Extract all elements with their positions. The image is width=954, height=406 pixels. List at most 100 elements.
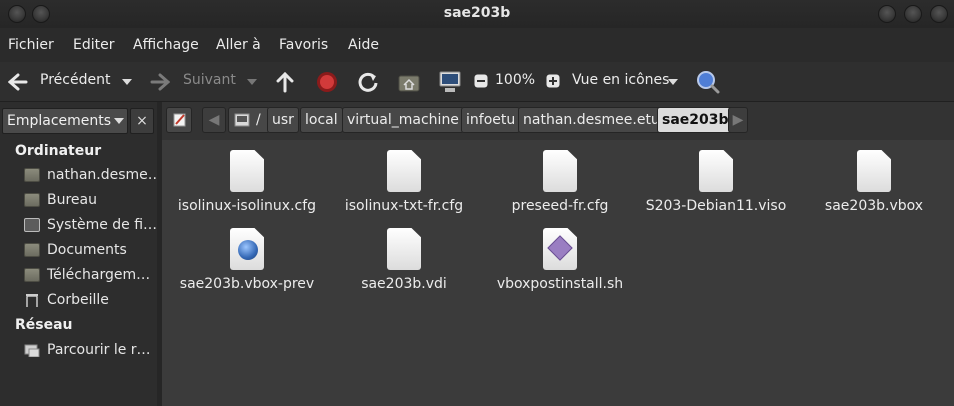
file-item[interactable]: sae203b.vdi (329, 228, 479, 298)
menu-bookmarks[interactable]: Favoris (279, 37, 328, 53)
sidebar-item-label: Corbeille (47, 292, 109, 308)
drive-icon (234, 113, 250, 127)
sidebar: Emplacements × Ordinateur nathan.desme… … (0, 102, 162, 406)
path-segment-local[interactable]: local (300, 107, 343, 133)
edit-icon (173, 113, 186, 127)
sidebar-item-home[interactable]: nathan.desme… (24, 166, 162, 186)
home-icon[interactable] (398, 72, 420, 92)
path-segment-root[interactable]: / (228, 107, 270, 133)
path-segment-infoetu[interactable]: infoetu (461, 107, 521, 133)
computer-icon[interactable] (438, 70, 462, 94)
view-mode-select[interactable]: Vue en icônes (572, 72, 669, 88)
file-name: preseed-fr.cfg (511, 198, 609, 214)
globe-icon (238, 240, 258, 260)
reload-icon[interactable] (357, 71, 379, 93)
file-name: sae203b.vdi (361, 276, 447, 292)
menu-help[interactable]: Aide (348, 37, 379, 53)
path-segment-current[interactable]: sae203b (657, 107, 734, 133)
text-file-icon (230, 150, 264, 192)
desktop-folder-icon (24, 193, 40, 207)
file-item[interactable]: sae203b.vbox-prev (172, 228, 322, 298)
text-file-icon (387, 150, 421, 192)
forward-arrow-icon[interactable] (150, 73, 170, 91)
sidebar-item-documents[interactable]: Documents (24, 241, 154, 261)
network-icon (24, 344, 40, 357)
back-history-chevron-icon[interactable] (122, 79, 132, 85)
web-file-icon (230, 228, 264, 270)
window-title: sae203b (443, 5, 511, 21)
menu-edit[interactable]: Editer (73, 37, 114, 53)
zoom-in-icon[interactable] (546, 74, 560, 88)
sidebar-header-label: Emplacements (7, 113, 112, 129)
forward-history-chevron-icon[interactable] (247, 79, 257, 85)
search-icon[interactable] (696, 70, 720, 94)
file-name: isolinux-txt-fr.cfg (344, 198, 464, 214)
stop-icon[interactable] (316, 71, 338, 93)
chevron-left-icon: ◀ (208, 112, 220, 128)
forward-button[interactable]: Suivant (183, 72, 236, 88)
sidebar-item-browse-network[interactable]: Parcourir le r… (24, 341, 154, 361)
path-segment-label: / (256, 112, 261, 128)
maximize-button[interactable] (904, 5, 922, 23)
file-name: isolinux-isolinux.cfg (177, 198, 317, 214)
title-bar: sae203b (0, 0, 954, 28)
file-item[interactable]: preseed-fr.cfg (485, 150, 635, 220)
zoom-level: 100% (495, 72, 536, 88)
zoom-out-icon[interactable] (474, 74, 488, 88)
sidebar-item-label: Parcourir le r… (47, 342, 151, 358)
sidebar-item-label: Téléchargem… (47, 267, 151, 283)
sidebar-section-network: Réseau (15, 317, 73, 333)
sidebar-item-label: Documents (47, 242, 127, 258)
filesystem-icon (24, 218, 40, 232)
menu-go[interactable]: Aller à (216, 37, 261, 53)
file-name: sae203b.vbox (824, 198, 924, 214)
sidebar-item-desktop[interactable]: Bureau (24, 191, 154, 211)
downloads-folder-icon (24, 268, 40, 282)
text-file-icon (387, 228, 421, 270)
minimize-button[interactable] (878, 5, 896, 23)
documents-folder-icon (24, 243, 40, 257)
sidebar-item-filesystem[interactable]: Système de fi… (24, 216, 158, 236)
toolbar: Précédent Suivant 100% Vue en icônes (0, 62, 954, 102)
file-item[interactable]: isolinux-txt-fr.cfg (329, 150, 479, 220)
text-file-icon (543, 150, 577, 192)
close-window-button[interactable] (930, 5, 948, 23)
path-scroll-left-button[interactable]: ◀ (202, 107, 226, 133)
sidebar-item-label: Système de fi… (47, 217, 158, 233)
path-segment-nathan[interactable]: nathan.desmee.etu (518, 107, 665, 133)
file-item[interactable]: vboxpostinstall.sh (485, 228, 635, 298)
sidebar-places-select[interactable]: Emplacements (2, 108, 128, 134)
file-item[interactable]: isolinux-isolinux.cfg (172, 150, 322, 220)
file-name: vboxpostinstall.sh (496, 276, 624, 292)
menu-bar: Fichier Editer Affichage Aller à Favoris… (0, 28, 954, 62)
home-folder-icon (24, 168, 40, 182)
file-name: S203-Debian11.viso (645, 198, 787, 214)
path-scroll-right-button[interactable]: ▶ (728, 107, 748, 133)
path-bar: ◀ / usr local virtual_machine infoetu na… (162, 102, 954, 140)
sidebar-close-button[interactable]: × (130, 108, 154, 134)
menu-view[interactable]: Affichage (133, 37, 199, 53)
text-file-icon (857, 150, 891, 192)
back-arrow-icon[interactable] (8, 73, 28, 91)
file-view: isolinux-isolinux.cfg isolinux-txt-fr.cf… (162, 140, 954, 406)
chevron-right-icon: ▶ (732, 112, 744, 128)
path-segment-virtual-machine[interactable]: virtual_machine (342, 107, 464, 133)
file-item[interactable]: S203-Debian11.viso (641, 150, 791, 220)
file-item[interactable]: sae203b.vbox (799, 150, 949, 220)
script-icon (547, 235, 573, 261)
path-segment-usr[interactable]: usr (267, 107, 299, 133)
up-arrow-icon[interactable] (276, 71, 294, 93)
sidebar-item-label: nathan.desme… (47, 167, 162, 183)
view-mode-chevron-icon[interactable] (668, 79, 678, 85)
back-button[interactable]: Précédent (40, 72, 110, 88)
sidebar-section-computer: Ordinateur (15, 143, 102, 159)
script-file-icon (543, 228, 577, 270)
sidebar-item-label: Bureau (47, 192, 97, 208)
file-name: sae203b.vbox-prev (179, 276, 315, 292)
toggle-location-entry-button[interactable] (166, 107, 192, 133)
menu-file[interactable]: Fichier (8, 37, 54, 53)
sidebar-item-downloads[interactable]: Téléchargem… (24, 266, 154, 286)
trash-icon (26, 294, 38, 307)
text-file-icon (699, 150, 733, 192)
sidebar-item-trash[interactable]: Corbeille (24, 291, 154, 311)
